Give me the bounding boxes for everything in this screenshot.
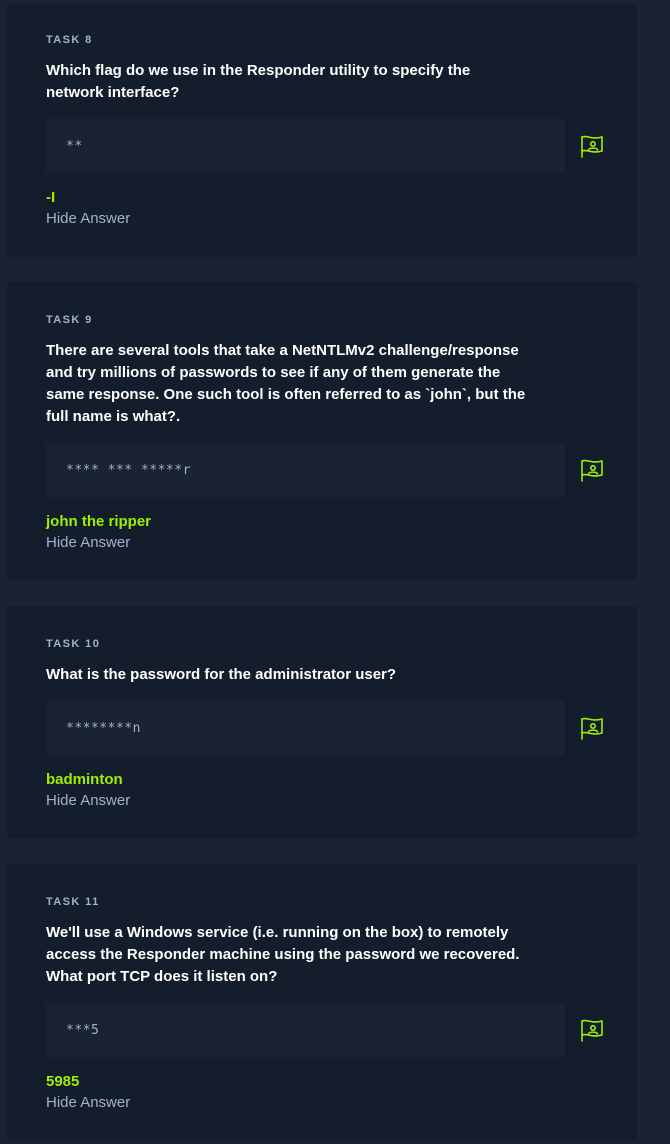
hide-answer-link[interactable]: Hide Answer [46,792,130,809]
answer-field[interactable]: **** *** *****r [46,443,565,497]
task-question: What is the password for the administrat… [46,666,397,683]
task-list: TASK 8 Which flag do we use in the Respo… [0,0,670,1144]
answer-mask: ** [66,138,83,154]
task-card: TASK 10 What is the password for the adm… [7,606,637,838]
task-label: TASK 10 [46,638,101,650]
task-card: TASK 9 There are several tools that take… [7,282,637,580]
answer-text: 5985 [46,1073,80,1090]
answer-text: badminton [46,771,123,788]
flag-submit-icon[interactable] [580,716,604,740]
flag-submit-icon[interactable] [580,458,604,482]
answer-text: john the ripper [46,513,151,530]
task-label: TASK 8 [46,34,93,46]
hide-answer-link[interactable]: Hide Answer [46,534,130,551]
flag-submit-icon[interactable] [580,1018,604,1042]
task-card: TASK 11 We'll use a Windows service (i.e… [7,864,637,1141]
answer-mask: **** *** *****r [66,462,191,478]
answer-mask: ********n [66,720,141,736]
answer-text: -I [46,189,56,206]
answer-mask: ***5 [66,1022,100,1038]
task-card: TASK 8 Which flag do we use in the Respo… [7,4,637,257]
hide-answer-link[interactable]: Hide Answer [46,210,130,227]
task-label: TASK 11 [46,896,100,908]
task-question: We'll use a Windows service (i.e. runnin… [46,924,520,985]
task-question: Which flag do we use in the Responder ut… [46,62,471,101]
answer-field[interactable]: ********n [46,701,565,755]
answer-field[interactable]: ***5 [46,1003,565,1057]
task-label: TASK 9 [46,314,93,326]
task-question: There are several tools that take a NetN… [46,342,526,425]
flag-submit-icon[interactable] [580,134,604,158]
answer-field[interactable]: ** [46,119,565,173]
hide-answer-link[interactable]: Hide Answer [46,1094,130,1111]
